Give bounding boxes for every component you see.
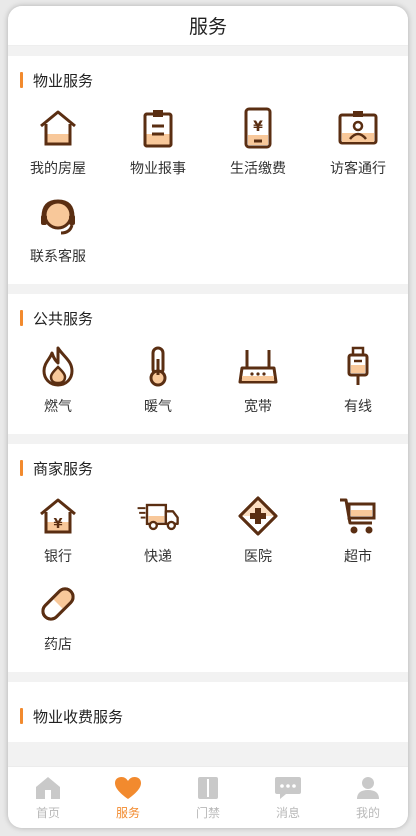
clipboard-icon	[136, 106, 180, 150]
service-label: 联系客服	[30, 249, 86, 265]
service-pharmacy[interactable]: 药店	[8, 578, 108, 666]
section-title: 商家服务	[33, 459, 94, 478]
service-hospital[interactable]: 医院	[208, 490, 308, 578]
visitor-badge-icon	[336, 106, 380, 150]
section-accent-bar	[20, 310, 23, 326]
tab-label: 消息	[275, 806, 300, 820]
person-icon	[354, 775, 382, 801]
section-title: 物业收费服务	[33, 707, 124, 726]
service-label: 暖气	[144, 399, 172, 415]
section-accent-bar	[20, 460, 23, 476]
payment-phone-icon: ¥	[236, 106, 280, 150]
service-label: 超市	[344, 549, 372, 565]
door-icon	[194, 775, 222, 801]
section-merchant-services: 商家服务 ¥ 银行 快递 医院 超市 药店	[8, 444, 408, 672]
service-label: 燃气	[44, 399, 72, 415]
title-bar: 服务	[8, 6, 408, 46]
section-header: 公共服务	[8, 308, 408, 328]
section-header: 商家服务	[8, 458, 408, 478]
chat-icon	[274, 775, 302, 801]
service-cable[interactable]: 有线	[308, 340, 408, 428]
service-broadband[interactable]: 宽带	[208, 340, 308, 428]
service-gas[interactable]: 燃气	[8, 340, 108, 428]
service-label: 药店	[44, 637, 72, 653]
service-supermarket[interactable]: 超市	[308, 490, 408, 578]
service-property-report[interactable]: 物业报事	[108, 102, 208, 190]
section-header: 物业收费服务	[8, 706, 408, 726]
tab-label: 服务	[115, 806, 140, 820]
section-accent-bar	[20, 708, 23, 724]
service-label: 医院	[244, 549, 272, 565]
heart-icon	[114, 775, 142, 801]
section-title: 公共服务	[33, 309, 94, 328]
service-label: 有线	[344, 399, 372, 415]
bank-icon: ¥	[36, 494, 80, 538]
tab-home[interactable]: 首页	[8, 767, 88, 828]
service-label: 快递	[144, 549, 172, 565]
hospital-cross-icon	[236, 494, 280, 538]
section-property-fee-services: 物业收费服务	[8, 682, 408, 742]
tab-mine[interactable]: 我的	[328, 767, 408, 828]
tab-services[interactable]: 服务	[88, 767, 168, 828]
service-label: 生活缴费	[230, 161, 286, 177]
page-title: 服务	[188, 16, 227, 38]
service-heating[interactable]: 暖气	[108, 340, 208, 428]
thermometer-icon	[136, 344, 180, 388]
bottom-tab-bar: 首页 服务 门禁 消息 我的	[8, 766, 408, 828]
service-label: 物业报事	[130, 161, 186, 177]
service-label: 我的房屋	[30, 161, 86, 177]
service-label: 宽带	[244, 399, 272, 415]
service-visitor-access[interactable]: 访客通行	[308, 102, 408, 190]
section-accent-bar	[20, 72, 23, 88]
section-property-services: 物业服务 我的房屋 物业报事 ¥ 生活缴费 访客通行 联系客服	[8, 56, 408, 284]
tab-label: 我的	[355, 806, 380, 820]
service-label: 访客通行	[330, 161, 386, 177]
flame-icon	[36, 344, 80, 388]
pill-icon	[36, 582, 80, 626]
phone-screen: 服务 物业服务 我的房屋 物业报事 ¥ 生活缴费 访客通行 联系客服 公共服务 …	[8, 6, 408, 828]
service-my-house[interactable]: 我的房屋	[8, 102, 108, 190]
tab-access-control[interactable]: 门禁	[168, 767, 248, 828]
cart-icon	[336, 494, 380, 538]
section-header: 物业服务	[8, 70, 408, 90]
tab-label: 首页	[35, 806, 60, 820]
service-bank[interactable]: ¥ 银行	[8, 490, 108, 578]
tab-messages[interactable]: 消息	[248, 767, 328, 828]
service-living-payment[interactable]: ¥ 生活缴费	[208, 102, 308, 190]
house-icon	[36, 106, 80, 150]
router-icon	[236, 344, 280, 388]
truck-icon	[136, 494, 180, 538]
cable-plug-icon	[336, 344, 380, 388]
tab-label: 门禁	[195, 806, 220, 820]
section-public-services: 公共服务 燃气 暖气 宽带 有线	[8, 294, 408, 434]
svg-text:¥: ¥	[53, 517, 62, 532]
service-label: 银行	[44, 549, 72, 565]
headset-icon	[36, 194, 80, 238]
svg-text:¥: ¥	[253, 119, 263, 135]
service-express-delivery[interactable]: 快递	[108, 490, 208, 578]
service-contact-support[interactable]: 联系客服	[8, 190, 108, 278]
home-icon	[34, 775, 62, 801]
section-title: 物业服务	[33, 71, 94, 90]
